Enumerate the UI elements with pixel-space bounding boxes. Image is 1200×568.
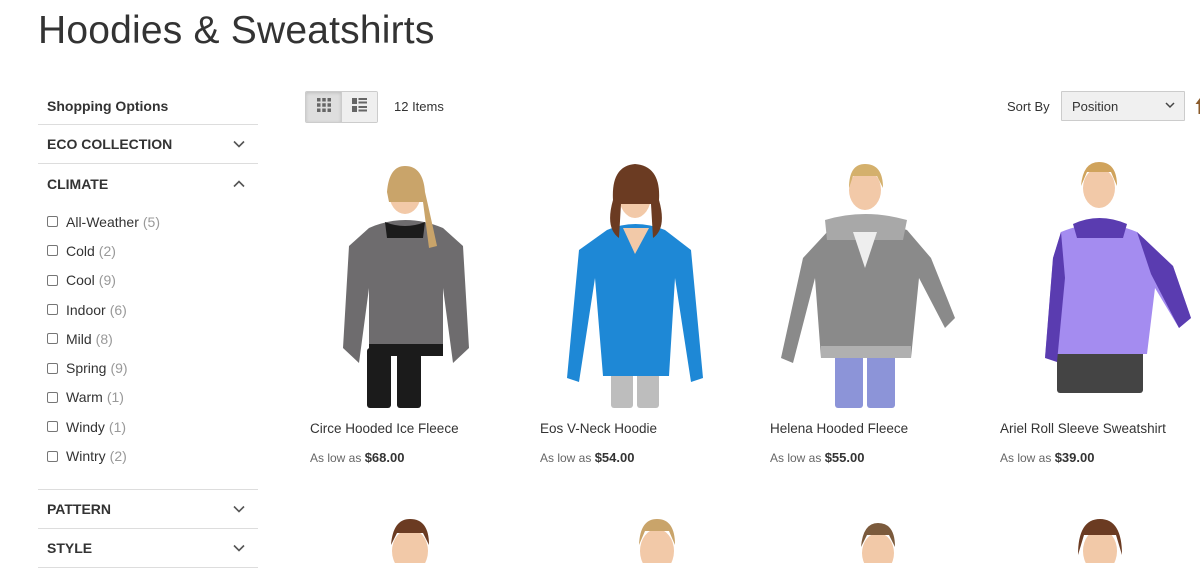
filter-eco-collection[interactable]: ECO COLLECTION [38,125,258,164]
climate-option-warm[interactable]: Warm(1) [47,383,258,412]
chevron-down-icon [232,137,246,151]
product-image[interactable] [535,158,735,408]
filter-label: PATTERN [47,501,111,517]
product-price: As low as $55.00 [770,450,864,465]
product-price: As low as $54.00 [540,450,634,465]
checkbox[interactable] [47,333,58,344]
price-value: $55.00 [825,450,865,465]
items-count: 12 Items [394,99,444,114]
option-count: (9) [110,360,127,376]
climate-option-indoor[interactable]: Indoor(6) [47,295,258,324]
grid-icon [317,98,331,117]
sort-by-label: Sort By [1007,99,1050,114]
option-label: Spring [66,360,106,376]
list-view-button[interactable] [341,92,377,122]
climate-option-cool[interactable]: Cool(9) [47,266,258,295]
option-count: (8) [96,331,113,347]
option-label: Cold [66,243,95,259]
option-label: Mild [66,331,92,347]
filter-style[interactable]: STYLE [38,529,258,568]
price-value: $68.00 [365,450,405,465]
grid-view-button[interactable] [306,92,341,122]
checkbox[interactable] [47,304,58,315]
climate-option-windy[interactable]: Windy(1) [47,412,258,441]
option-count: (2) [99,243,116,259]
chevron-up-icon [232,177,246,191]
price-value: $39.00 [1055,450,1095,465]
checkbox[interactable] [47,392,58,403]
product-name[interactable]: Circe Hooded Ice Fleece [310,421,459,436]
option-label: Cool [66,272,95,288]
view-mode-switcher [305,91,378,123]
option-count: (9) [99,272,116,288]
option-count: (1) [107,389,124,405]
filter-pattern[interactable]: PATTERN [38,490,258,529]
product-name[interactable]: Helena Hooded Fleece [770,421,908,436]
product-image[interactable] [995,158,1195,408]
price-prefix: As low as [770,451,821,465]
filter-label: ECO COLLECTION [47,136,172,152]
product-image[interactable] [305,158,505,408]
option-label: All-Weather [66,214,139,230]
climate-option-all-weather[interactable]: All-Weather(5) [47,207,258,236]
option-count: (1) [109,419,126,435]
product-name[interactable]: Eos V-Neck Hoodie [540,421,657,436]
sort-direction-arrow-icon[interactable] [1195,97,1200,115]
product-name[interactable]: Ariel Roll Sleeve Sweatshirt [1000,421,1166,436]
option-label: Warm [66,389,103,405]
price-value: $54.00 [595,450,635,465]
climate-options-list: All-Weather(5) Cold(2) Cool(9) Indoor(6)… [38,203,258,490]
checkbox[interactable] [47,245,58,256]
checkbox[interactable] [47,275,58,286]
chevron-down-icon [1164,99,1176,114]
checkbox[interactable] [47,363,58,374]
option-count: (2) [110,448,127,464]
filter-label: CLIMATE [47,176,108,192]
page-title: Hoodies & Sweatshirts [38,9,435,53]
option-count: (5) [143,214,160,230]
climate-option-mild[interactable]: Mild(8) [47,324,258,353]
list-icon [352,98,367,117]
option-label: Indoor [66,302,106,318]
price-prefix: As low as [1000,451,1051,465]
checkbox[interactable] [47,216,58,227]
chevron-down-icon [232,502,246,516]
sort-by-value: Position [1072,99,1118,114]
filter-sidebar: Shopping Options ECO COLLECTION CLIMATE … [38,90,258,568]
product-image-partial[interactable] [1072,515,1128,563]
climate-option-spring[interactable]: Spring(9) [47,353,258,382]
product-price: As low as $68.00 [310,450,404,465]
filter-label: STYLE [47,540,92,556]
sort-by-select[interactable]: Position [1061,91,1185,121]
shopping-options-heading: Shopping Options [38,90,258,125]
products-toolbar: 12 Items Sort By Position [305,91,1200,123]
product-image-partial[interactable] [385,515,435,563]
climate-option-wintry[interactable]: Wintry(2) [47,441,258,470]
product-price: As low as $39.00 [1000,450,1094,465]
chevron-down-icon [232,541,246,555]
option-label: Wintry [66,448,106,464]
checkbox[interactable] [47,421,58,432]
checkbox[interactable] [47,451,58,462]
product-image-partial[interactable] [853,519,903,563]
option-label: Windy [66,419,105,435]
product-image[interactable] [765,158,965,408]
price-prefix: As low as [540,451,591,465]
climate-option-cold[interactable]: Cold(2) [47,236,258,265]
option-count: (6) [110,302,127,318]
filter-climate[interactable]: CLIMATE [38,164,258,203]
price-prefix: As low as [310,451,361,465]
product-image-partial[interactable] [632,515,682,563]
